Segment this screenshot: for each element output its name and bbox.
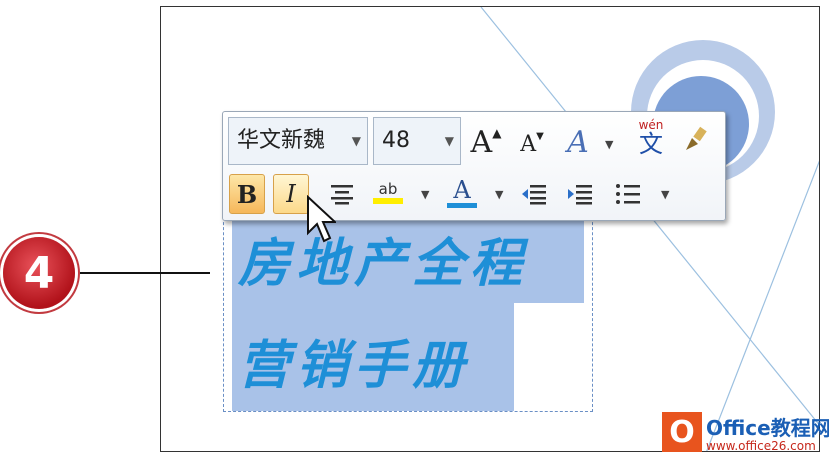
mouse-cursor-icon <box>307 195 336 243</box>
outdent-icon <box>522 185 546 205</box>
chevron-down-icon[interactable]: ▼ <box>661 188 669 201</box>
font-color-swatch <box>447 202 477 208</box>
chevron-down-icon[interactable]: ▼ <box>605 138 613 151</box>
watermark-url: www.office26.com <box>706 439 816 453</box>
mini-toolbar: 华文新魏 ▼ 48 ▼ A ▲ A ▼ A ▼ wén 文 B I ab ▼ A… <box>222 111 726 221</box>
caret-up-icon: ▲ <box>492 126 502 140</box>
step-badge: 4 <box>3 237 75 309</box>
selected-text-box[interactable]: 房地产全程 营销手册 <box>223 212 593 412</box>
slide-canvas: 房地产全程 营销手册 <box>160 6 820 452</box>
font-name-value: 华文新魏 <box>237 128 326 153</box>
phonetic-char: 文 <box>639 130 663 158</box>
paintbrush-icon <box>686 126 707 150</box>
font-size-value: 48 <box>382 128 410 153</box>
chevron-down-icon[interactable]: ▼ <box>352 118 361 164</box>
italic-icon: I <box>286 180 296 208</box>
text-effect-icon: A <box>567 124 589 160</box>
shrink-font-icon: A <box>520 131 537 157</box>
font-name-select[interactable]: 华文新魏 ▼ <box>228 117 368 165</box>
decrease-indent-button[interactable] <box>517 176 551 212</box>
highlight-button[interactable]: ab <box>371 174 405 210</box>
title-line-2[interactable]: 营销手册 <box>238 323 470 398</box>
highlight-color-swatch <box>373 198 403 204</box>
watermark-logo: O Office教程网 www.office26.com <box>662 410 829 460</box>
bullets-button[interactable] <box>611 176 645 212</box>
italic-button[interactable]: I <box>273 174 309 214</box>
chevron-down-icon[interactable]: ▼ <box>421 188 429 201</box>
caret-down-icon: ▼ <box>536 130 544 142</box>
chevron-down-icon[interactable]: ▼ <box>445 118 454 164</box>
bold-button[interactable]: B <box>229 174 265 214</box>
font-size-select[interactable]: 48 ▼ <box>373 117 461 165</box>
watermark-title: Office教程网 <box>706 416 829 440</box>
grow-font-icon: A <box>470 124 493 160</box>
highlighter-icon: ab <box>378 180 398 198</box>
font-color-icon: A <box>453 175 471 204</box>
phonetic-guide-button[interactable]: wén 文 <box>631 119 671 158</box>
grow-font-button[interactable]: A ▲ <box>469 124 503 160</box>
bullet-list-icon <box>616 184 640 204</box>
title-line-1[interactable]: 房地产全程 <box>238 221 528 296</box>
increase-indent-button[interactable] <box>563 176 597 212</box>
text-effect-button[interactable]: A <box>561 124 595 160</box>
callout-line <box>80 272 210 274</box>
format-painter-button[interactable] <box>679 122 713 158</box>
chevron-down-icon[interactable]: ▼ <box>495 188 503 201</box>
office-logo-icon: O <box>662 412 702 452</box>
bold-icon: B <box>236 179 258 209</box>
shrink-font-button[interactable]: A ▼ <box>515 126 549 162</box>
indent-icon <box>568 185 592 205</box>
font-color-button[interactable]: A <box>445 174 479 210</box>
